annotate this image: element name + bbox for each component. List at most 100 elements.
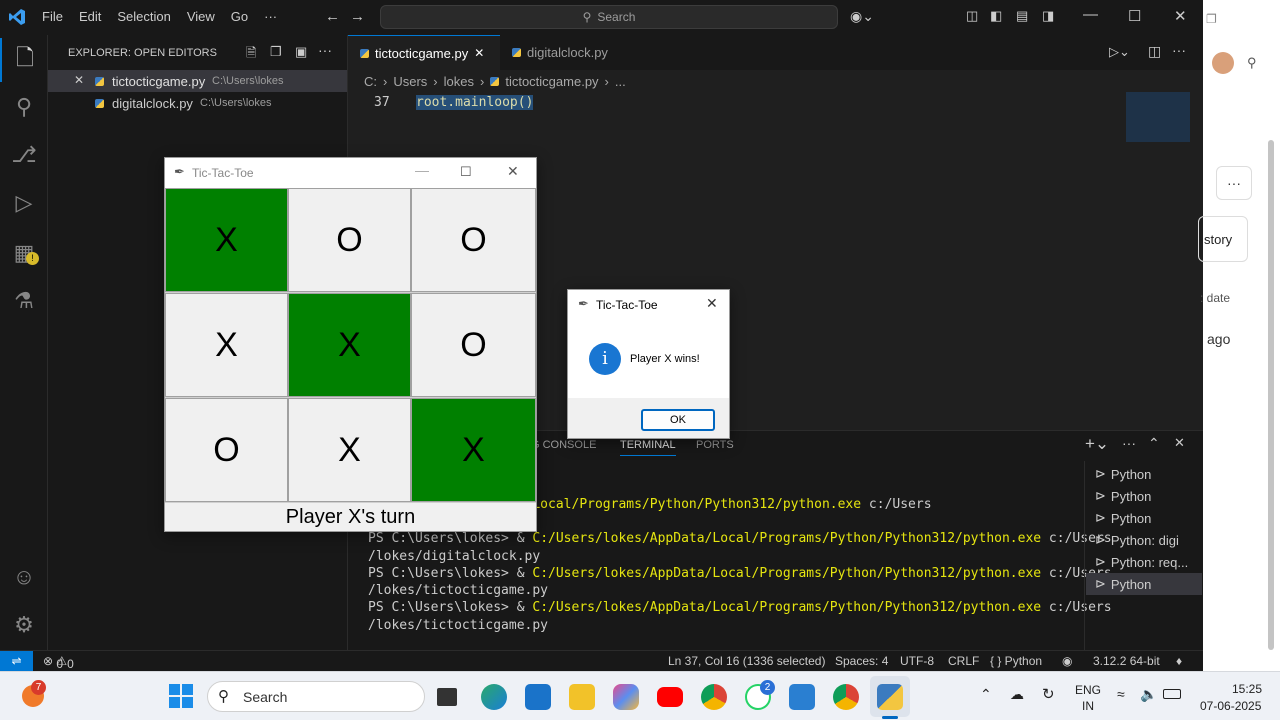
python-interpreter[interactable]: 3.12.2 64-bit	[1093, 654, 1160, 668]
forward-arrow-icon[interactable]: →	[350, 8, 365, 25]
show-hidden-icons-chevron-icon[interactable]: ⌃	[980, 686, 992, 703]
open-editor-item[interactable]: ✕ tictocticgame.py C:\Users\lokes	[48, 70, 347, 92]
menu-edit[interactable]: Edit	[71, 9, 109, 24]
terminal-list-item[interactable]: ⊳ Python: req...	[1086, 551, 1202, 573]
start-button[interactable]	[169, 684, 193, 708]
menu-file[interactable]: File	[34, 9, 71, 24]
board-cell[interactable]: O	[165, 398, 288, 502]
vscode-taskbar-icon[interactable]	[789, 684, 815, 710]
store-icon[interactable]	[525, 684, 551, 710]
terminal-list-item[interactable]: ⊳ Python: digi	[1086, 529, 1202, 551]
save-all-icon[interactable]: ❐	[270, 44, 282, 60]
board-cell[interactable]: X	[288, 398, 411, 502]
testing-icon[interactable]: ⚗	[0, 279, 48, 323]
sync-icon[interactable]: ↻	[1042, 685, 1055, 703]
tab-digitalclock[interactable]: digitalclock.py	[500, 35, 635, 70]
toggle-panel-icon[interactable]: ▤	[1016, 8, 1028, 24]
open-editor-item[interactable]: digitalclock.py C:\Users\lokes	[48, 92, 347, 114]
taskbar-search[interactable]: ⚲ Search	[207, 681, 425, 712]
copilot-icon[interactable]: ◉⌄	[850, 8, 874, 25]
restore-icon[interactable]: ❐	[1206, 12, 1217, 26]
terminal-list-item[interactable]: ⊳ Python	[1086, 485, 1202, 507]
run-debug-icon[interactable]: ▷	[0, 181, 48, 225]
board-cell[interactable]: X	[288, 293, 411, 397]
board-cell[interactable]: X	[165, 293, 288, 397]
terminal-list-item[interactable]: ⊳ Python	[1086, 507, 1202, 529]
toggle-secondary-sidebar-icon[interactable]: ◨	[1042, 8, 1054, 24]
copilot-app-icon[interactable]	[613, 684, 639, 710]
menu-selection[interactable]: Selection	[109, 9, 178, 24]
maximize-panel-icon[interactable]: ⌃	[1148, 435, 1160, 452]
close-icon[interactable]: ✕	[706, 295, 718, 312]
accounts-icon[interactable]: ☺	[0, 555, 48, 599]
end-of-line[interactable]: CRLF	[948, 654, 979, 668]
wifi-icon[interactable]: ≈	[1117, 686, 1125, 702]
toggle-sidebar-icon[interactable]: ◧	[990, 8, 1002, 24]
board-cell[interactable]: O	[411, 293, 536, 397]
explorer-icon[interactable]: 🗋	[0, 38, 48, 82]
terminal-list-item[interactable]: ⊳ Python	[1086, 573, 1202, 595]
youtube-icon[interactable]	[657, 687, 683, 707]
search-view-icon[interactable]: ⚲	[0, 85, 48, 129]
close-icon[interactable]: ✕	[507, 163, 519, 180]
breadcrumb-item[interactable]: Users	[393, 74, 427, 89]
task-view-icon[interactable]	[437, 688, 457, 706]
close-icon[interactable]: ✕	[1174, 7, 1187, 25]
new-file-icon[interactable]: 🗎	[246, 44, 256, 66]
pin-icon[interactable]: ⚲	[1247, 55, 1257, 71]
clock-date[interactable]: 07-06-2025	[1200, 699, 1261, 713]
menu-go[interactable]: Go	[223, 9, 256, 24]
python-taskbar-icon[interactable]	[877, 684, 903, 710]
encoding[interactable]: UTF-8	[900, 654, 934, 668]
extensions-icon[interactable]: ▦	[0, 231, 48, 275]
battery-icon[interactable]	[1163, 689, 1181, 699]
chrome-profile-icon[interactable]	[833, 684, 859, 710]
menu-more[interactable]: ···	[256, 9, 285, 24]
panel-more-icon[interactable]: ···	[1122, 435, 1136, 451]
language-line-2[interactable]: IN	[1082, 699, 1094, 713]
cursor-position[interactable]: Ln 37, Col 16 (1336 selected)	[668, 654, 825, 668]
indentation[interactable]: Spaces: 4	[835, 654, 888, 668]
browser-more-button[interactable]: ···	[1216, 166, 1252, 200]
menu-view[interactable]: View	[179, 9, 223, 24]
chrome-icon[interactable]	[701, 684, 727, 710]
file-explorer-icon[interactable]	[569, 684, 595, 710]
editor-more-icon[interactable]: ···	[1172, 42, 1186, 58]
breadcrumb-item[interactable]: tictocticgame.py	[505, 74, 598, 89]
minimize-icon[interactable]: —	[415, 162, 429, 178]
copilot-status-icon[interactable]: ◉	[1062, 654, 1072, 668]
manage-gear-icon[interactable]: ⚙	[0, 603, 48, 647]
close-all-icon[interactable]: ▣	[295, 44, 307, 60]
browser-scrollbar[interactable]	[1268, 140, 1274, 650]
breadcrumb-item[interactable]: C:	[364, 74, 377, 89]
more-actions-icon[interactable]: ···	[318, 42, 332, 58]
minimize-icon[interactable]: —	[1083, 6, 1098, 23]
back-arrow-icon[interactable]: ←	[325, 8, 340, 25]
board-cell[interactable]: X	[165, 188, 288, 292]
code-line[interactable]: root.mainloop()	[416, 95, 534, 110]
remote-indicator-icon[interactable]: ⇌	[0, 651, 33, 672]
problems-indicator[interactable]: ⊗ 0 ⚠ 0	[43, 654, 74, 671]
close-panel-icon[interactable]: ✕	[1174, 435, 1185, 451]
close-editor-icon[interactable]: ✕	[74, 73, 84, 87]
breadcrumb-item[interactable]: lokes	[444, 74, 474, 89]
command-center-search[interactable]: ⚲ Search	[380, 5, 838, 29]
notifications-bell-icon[interactable]: ♦	[1176, 654, 1182, 668]
onedrive-icon[interactable]: ☁	[1010, 686, 1024, 703]
board-cell[interactable]: O	[288, 188, 411, 292]
clock-time[interactable]: 15:25	[1232, 682, 1262, 696]
split-editor-icon[interactable]: ◫	[1148, 43, 1161, 60]
board-cell[interactable]: X	[411, 398, 536, 502]
maximize-icon[interactable]: ☐	[460, 164, 472, 180]
edge-icon[interactable]	[481, 684, 507, 710]
terminal-list-item[interactable]: ⊳ Python	[1086, 463, 1202, 485]
tab-close-icon[interactable]: ✕	[474, 46, 484, 60]
language-line-1[interactable]: ENG	[1075, 683, 1101, 697]
source-control-icon[interactable]: ⎇	[0, 133, 48, 177]
board-cell[interactable]: O	[411, 188, 536, 292]
run-python-icon[interactable]: ▷⌄	[1109, 44, 1130, 60]
customize-layout-icon[interactable]: ◫	[966, 8, 978, 24]
minimap[interactable]	[1126, 92, 1190, 142]
maximize-icon[interactable]: ☐	[1128, 7, 1141, 25]
breadcrumb-item[interactable]: ...	[615, 74, 626, 89]
